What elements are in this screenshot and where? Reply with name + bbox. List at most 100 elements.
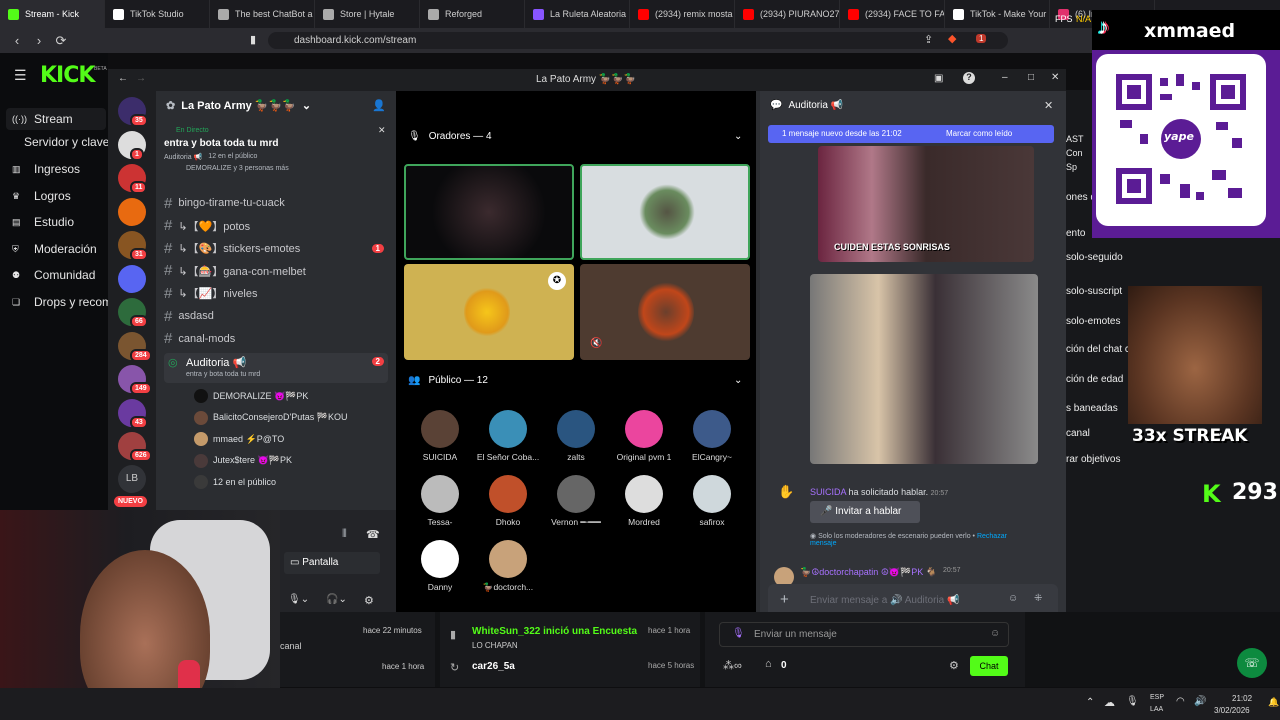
speakers-header[interactable]: 🎙 Oradores — 4 ⌄ <box>408 131 748 142</box>
browser-tab[interactable]: TikTok - Make Your <box>945 0 1050 28</box>
close-icon[interactable]: ✕ <box>378 125 386 136</box>
channel-item[interactable]: # ↳【🧡】potos <box>164 216 388 236</box>
brave-icon[interactable]: ◆ <box>948 32 956 45</box>
public-user[interactable]: ElCangry~ <box>678 410 746 462</box>
voice-user[interactable]: DEMORALIZE 😈🏁PK <box>194 389 308 403</box>
browser-tab[interactable]: Stream - Kick <box>0 0 105 28</box>
setting-item[interactable]: solo-emotes <box>1066 316 1120 327</box>
setting-item[interactable]: canal <box>1066 428 1090 439</box>
browser-tab[interactable]: Store | Hytale <box>315 0 420 28</box>
browser-tab[interactable]: Reforged <box>420 0 525 28</box>
public-user[interactable]: Original pvm 1 <box>610 410 678 462</box>
browser-tab[interactable]: The best ChatBot a <box>210 0 315 28</box>
channel-item[interactable]: # bingo-tirame-tu-cuack <box>164 193 388 213</box>
clock-time[interactable]: 21:02 <box>1232 694 1252 703</box>
apps-icon[interactable]: ⁜ <box>1034 593 1042 604</box>
speaker-tile[interactable]: ✪ <box>404 264 574 360</box>
kick-nav-item[interactable]: ((·)) Stream <box>6 108 106 130</box>
browser-tab[interactable]: La Ruleta Aleatoria <box>525 0 630 28</box>
ext-badge[interactable]: 1 <box>976 34 987 43</box>
gear-icon[interactable]: ⚙ <box>949 659 959 672</box>
server-lb[interactable]: LB <box>118 465 146 493</box>
menu-icon[interactable]: ☰ <box>14 67 27 84</box>
speaker-tile[interactable] <box>580 164 750 260</box>
kick-nav-item[interactable]: ▤ Estudio <box>12 215 74 229</box>
forward-icon[interactable]: › <box>28 33 50 48</box>
setting-item[interactable]: ción de edad <box>1066 374 1123 385</box>
kick-nav-item[interactable]: ♛ Logros <box>12 189 71 203</box>
maximize-icon[interactable]: □ <box>1028 72 1034 83</box>
kick-nav-item[interactable]: ▥ Ingresos <box>12 162 80 176</box>
server-icon[interactable] <box>118 264 146 293</box>
voice-user[interactable]: Jutex$tere 😈🏁PK <box>194 453 292 468</box>
help-icon[interactable]: ? <box>963 72 975 84</box>
headphones-icon[interactable]: 🎧⌄ <box>326 594 347 605</box>
channel-item[interactable]: # asdasd <box>164 306 388 326</box>
emoji-icon[interactable]: ☺ <box>1008 593 1018 604</box>
channel-item[interactable]: # ↳【🎨】stickers-emotes 1 <box>164 238 388 258</box>
add-icon[interactable]: + <box>780 591 789 608</box>
kick-nav-item[interactable]: ⛨ Moderación <box>12 242 97 256</box>
setting-item[interactable]: ción del chat co <box>1066 344 1136 355</box>
request-user[interactable]: SUICIDA <box>810 487 846 497</box>
mic-icon[interactable]: 🎙⌄ <box>288 594 309 605</box>
public-user[interactable]: SUICIDA <box>406 410 474 462</box>
share-icon[interactable]: ⇪ <box>924 33 933 46</box>
public-user[interactable]: 🦆doctorch... <box>474 540 542 593</box>
voice-channel[interactable]: ◎ Auditoria 📢 entra y bota toda tu mrd 2 <box>164 353 388 383</box>
kick-nav-item[interactable]: Servidor y clave <box>24 135 109 149</box>
kick-chat-input[interactable]: 🎙 Enviar un mensaje ☺ <box>719 622 1009 647</box>
support-icon[interactable]: ☏ <box>1237 648 1267 678</box>
channel-item[interactable]: # ↳【🎰】gana-con-melbet <box>164 261 388 281</box>
lang-1[interactable]: ESP <box>1150 694 1164 701</box>
setting-item[interactable]: s baneadas <box>1066 403 1118 414</box>
browser-tab[interactable]: (2934) PIURANO27 <box>735 0 840 28</box>
live-event-card[interactable]: En Directo entra y bota toda tu mrd Audi… <box>164 123 390 197</box>
kick-nav-item[interactable]: ⚉ Comunidad <box>12 268 95 282</box>
server-header[interactable]: ✿ La Pato Army 🦆🦆🦆 ⌄ 👤 <box>166 99 388 112</box>
voice-user[interactable]: BalicitoConsejeroD'Putas 🏁KOU <box>194 410 347 425</box>
new-messages-bar[interactable]: 1 mensaje nuevo desde las 21:02 Marcar c… <box>768 125 1054 143</box>
public-user[interactable]: zalts <box>542 410 610 462</box>
mark-read-button[interactable]: Marcar como leído <box>946 129 1012 138</box>
browser-tab[interactable]: TikTok Studio <box>105 0 210 28</box>
public-user[interactable]: Mordred <box>610 475 678 527</box>
speaker-tile[interactable]: 🔇 <box>580 264 750 360</box>
volume-icon[interactable]: 🔊 <box>1194 696 1206 707</box>
image-attachment[interactable]: CUIDEN ESTAS SONRISAS <box>818 146 1034 262</box>
public-user[interactable]: Tessa- <box>406 475 474 527</box>
speaker-tile[interactable] <box>404 164 574 260</box>
gear-icon[interactable]: ⚙ <box>364 594 374 607</box>
kick-nav-item[interactable]: ❏ Drops y recom <box>12 295 112 309</box>
chat-button[interactable]: Chat <box>970 656 1008 676</box>
tray-up-icon[interactable]: ⌃ <box>1086 697 1094 708</box>
reject-link[interactable]: Rechazar <box>977 533 1007 540</box>
reject-link-cont[interactable]: mensaje <box>810 540 1040 547</box>
back-icon[interactable]: ‹ <box>6 33 28 48</box>
clock-date[interactable]: 3/02/2026 <box>1214 706 1250 715</box>
setting-item[interactable]: solo-seguido <box>1066 252 1123 263</box>
channel-item[interactable]: # ↳【📈】niveles <box>164 283 388 303</box>
back-icon[interactable]: ← <box>118 73 128 84</box>
bell-icon[interactable]: 🔔 <box>1268 697 1279 708</box>
kick-logo[interactable]: KICK <box>40 63 95 88</box>
close-icon[interactable]: ✕ <box>1044 99 1053 112</box>
lang-2[interactable]: LAA <box>1150 706 1163 713</box>
add-member-icon[interactable]: 👤 <box>372 99 386 112</box>
reload-icon[interactable]: ⟳ <box>50 33 72 49</box>
voice-user[interactable]: 12 en el público <box>194 475 276 489</box>
wifi-icon[interactable]: ◠ <box>1176 696 1185 707</box>
disconnect-icon[interactable]: ☎ <box>366 528 380 541</box>
new-badge[interactable]: NUEVO <box>114 496 147 507</box>
screen-share-button[interactable]: ▭ Pantalla <box>284 552 380 574</box>
browser-tab[interactable]: (2934) FACE TO FAC <box>840 0 945 28</box>
voice-user[interactable]: mmaed ⚡P@TO <box>194 432 284 446</box>
channel-item[interactable]: # canal-mods <box>164 329 388 349</box>
setting-item[interactable]: solo-suscript <box>1066 286 1122 297</box>
setting-item[interactable]: rar objetivos <box>1066 454 1120 465</box>
bookmark-icon[interactable]: ▮ <box>250 33 256 46</box>
image-attachment[interactable] <box>810 274 1038 464</box>
minimize-icon[interactable]: – <box>1002 72 1008 83</box>
inbox-icon[interactable]: ▣ <box>934 73 943 84</box>
invite-button[interactable]: 🎤 Invitar a hablar <box>810 501 920 523</box>
